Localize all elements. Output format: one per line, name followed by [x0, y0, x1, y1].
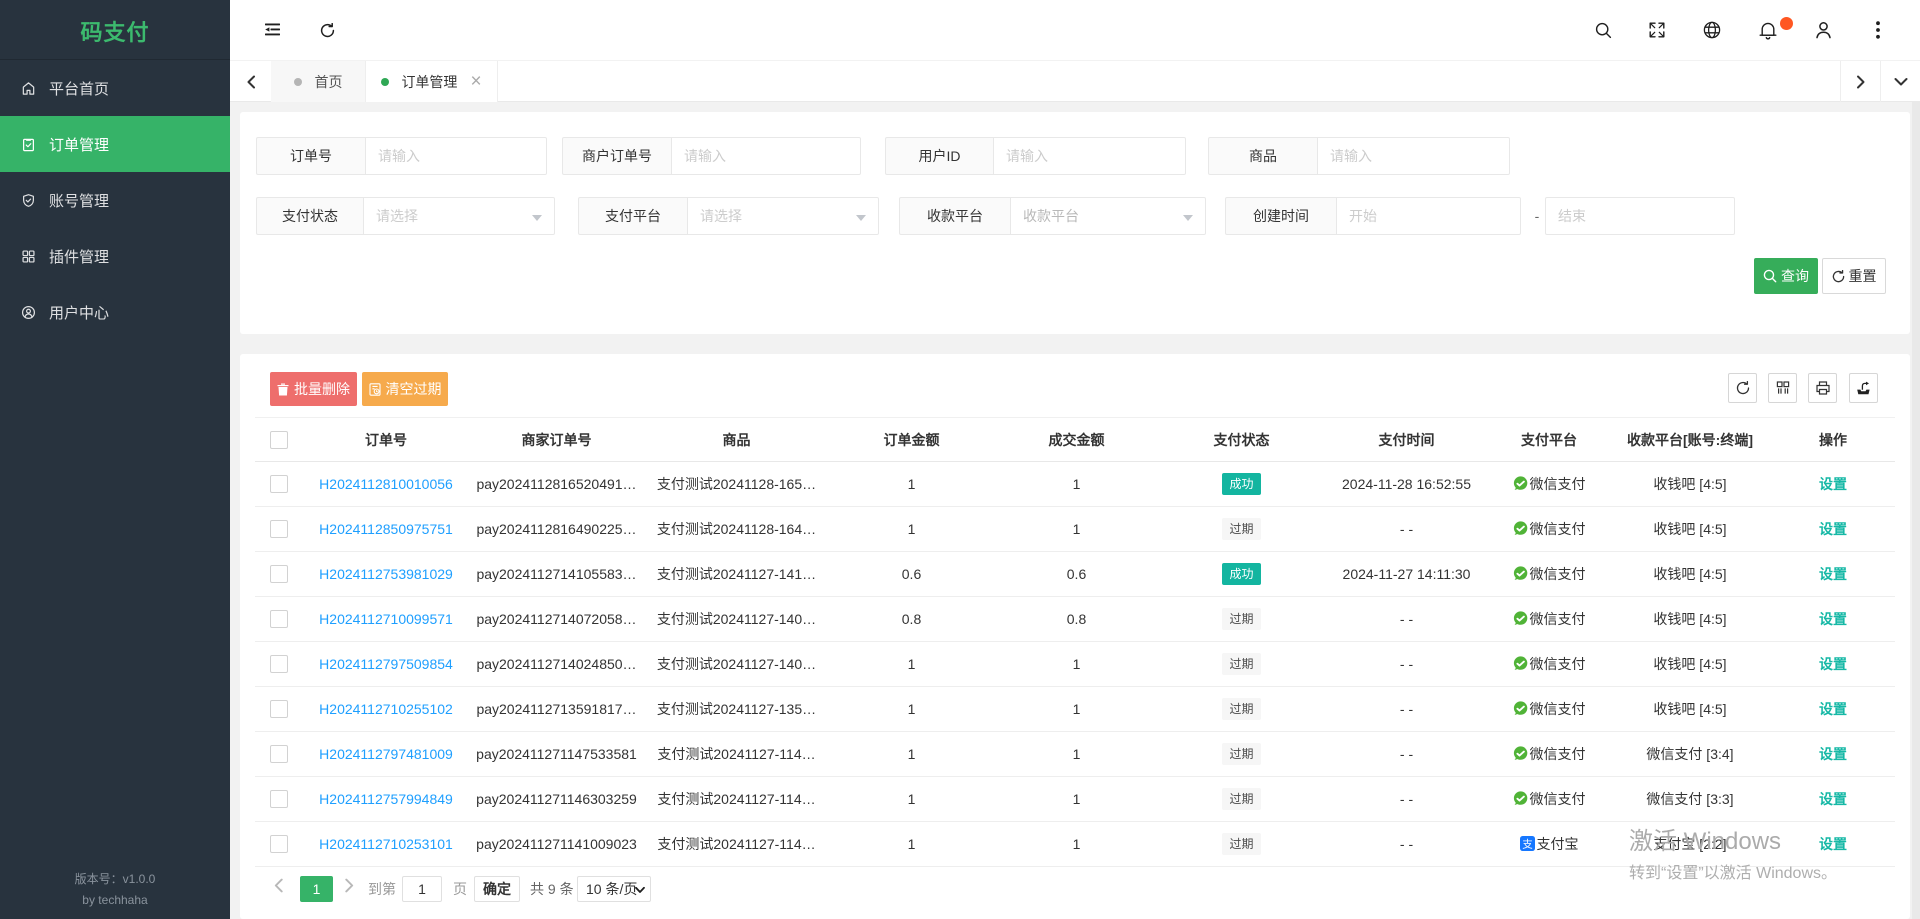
svg-text:支: 支 — [1522, 839, 1533, 851]
